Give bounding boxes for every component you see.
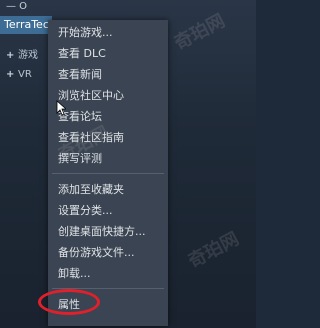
menu-item-backup-files[interactable]: 备份游戏文件... [48,242,168,263]
collapsed-header[interactable]: — O [0,0,60,14]
expand-icon[interactable]: + [6,67,18,83]
context-menu: 开始游戏... 查看 DLC 查看新闻 浏览社区中心 查看论坛 查看社区指南 撰… [48,20,168,326]
menu-item-desktop-shortcut[interactable]: 创建桌面快捷方... [48,221,168,242]
menu-item-uninstall[interactable]: 卸载... [48,263,168,284]
expand-icon[interactable]: + [6,48,18,64]
category-label: VR [18,69,32,80]
menu-item-play[interactable]: 开始游戏... [48,22,168,43]
menu-item-view-dlc[interactable]: 查看 DLC [48,43,168,64]
category-vr[interactable]: + VR [0,67,48,83]
menu-item-view-news[interactable]: 查看新闻 [48,64,168,85]
menu-item-add-favorites[interactable]: 添加至收藏夹 [48,179,168,200]
menu-separator [52,173,164,174]
menu-item-community-hub[interactable]: 浏览社区中心 [48,85,168,106]
menu-item-set-categories[interactable]: 设置分类... [48,200,168,221]
selected-game-item[interactable]: TerraTec [0,16,52,34]
menu-item-forums[interactable]: 查看论坛 [48,106,168,127]
mouse-cursor-icon [56,100,66,116]
category-label: 游戏 [18,50,38,61]
category-games[interactable]: + 游戏 [0,48,48,64]
annotation-circle [38,289,100,315]
